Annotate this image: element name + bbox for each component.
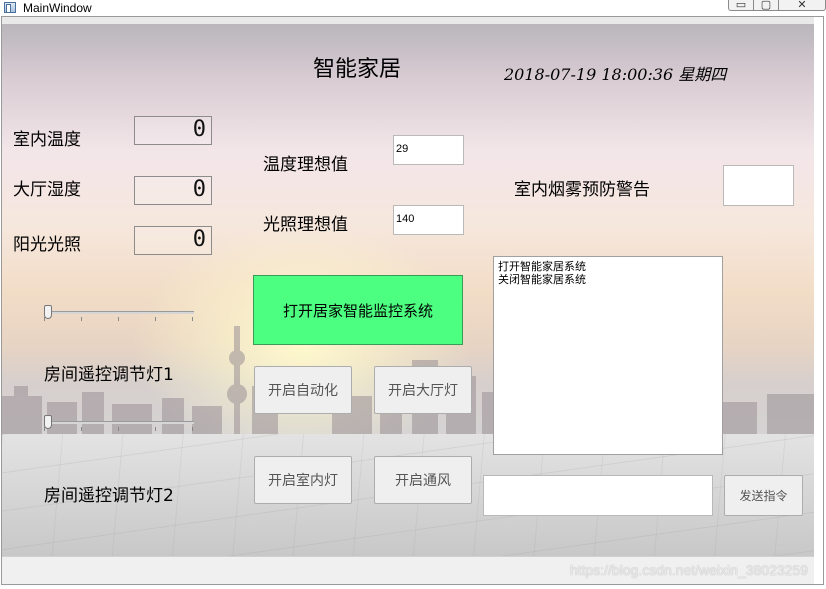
indoor-light-button[interactable]: 开启室内灯 [254,456,352,504]
slider-handle[interactable] [44,415,52,429]
indoor-temperature-label: 室内温度 [13,130,81,150]
light-ideal-label: 光照理想值 [263,215,348,235]
slider-handle[interactable] [44,305,52,319]
temperature-ideal-input[interactable]: 29 [393,135,464,165]
datetime-display: 2018-07-19 18:00:36 星期四 [504,65,727,84]
window-title: MainWindow [23,1,92,15]
sunlight-label: 阳光光照 [13,235,81,255]
hall-humidity-lcd: 0 [134,176,212,205]
room2-light-label: 房间遥控调节灯2 [44,486,174,506]
log-line: 关闭智能家居系统 [498,273,586,286]
open-monitoring-system-button[interactable]: 打开居家智能监控系统 [253,275,463,345]
light-ideal-input[interactable]: 140 [393,205,464,235]
indoor-temperature-value: 0 [192,117,206,142]
hall-humidity-label: 大厅湿度 [13,180,81,200]
system-log-textarea[interactable]: 打开智能家居系统 关闭智能家居系统 [493,256,723,455]
sunlight-lcd: 0 [134,226,212,255]
title-bar: MainWindow ▭ ▢ ✕ [0,0,826,16]
slider-ticks [44,427,194,431]
room2-light-slider[interactable] [44,415,194,431]
maximize-button[interactable]: ▢ [753,0,779,11]
smoke-warning-display [723,165,794,206]
hall-light-button[interactable]: 开启大厅灯 [374,366,472,414]
close-button[interactable]: ✕ [778,0,826,11]
slider-groove [44,421,194,424]
menu-strip [2,17,814,24]
indoor-temperature-lcd: 0 [134,116,212,145]
window-controls: ▭ ▢ ✕ [728,0,826,12]
send-command-button[interactable]: 发送指令 [724,475,803,516]
ventilation-button[interactable]: 开启通风 [374,456,472,504]
app-window-icon [4,2,16,13]
watermark-text: https://blog.csdn.net/weixin_38023259 [569,562,808,578]
auto-mode-button[interactable]: 开启自动化 [254,366,352,414]
room1-light-label: 房间遥控调节灯1 [44,365,174,385]
temperature-ideal-label: 温度理想值 [263,155,348,175]
minimize-button[interactable]: ▭ [728,0,754,11]
command-input[interactable] [483,475,713,516]
smoke-warning-label: 室内烟雾预防警告 [514,180,650,200]
hall-humidity-value: 0 [192,177,206,202]
app-title: 智能家居 [313,57,402,82]
slider-ticks [44,317,194,321]
room1-light-slider[interactable] [44,305,194,321]
sunlight-value: 0 [192,227,206,252]
slider-groove [44,311,194,314]
log-line: 打开智能家居系统 [498,260,586,273]
